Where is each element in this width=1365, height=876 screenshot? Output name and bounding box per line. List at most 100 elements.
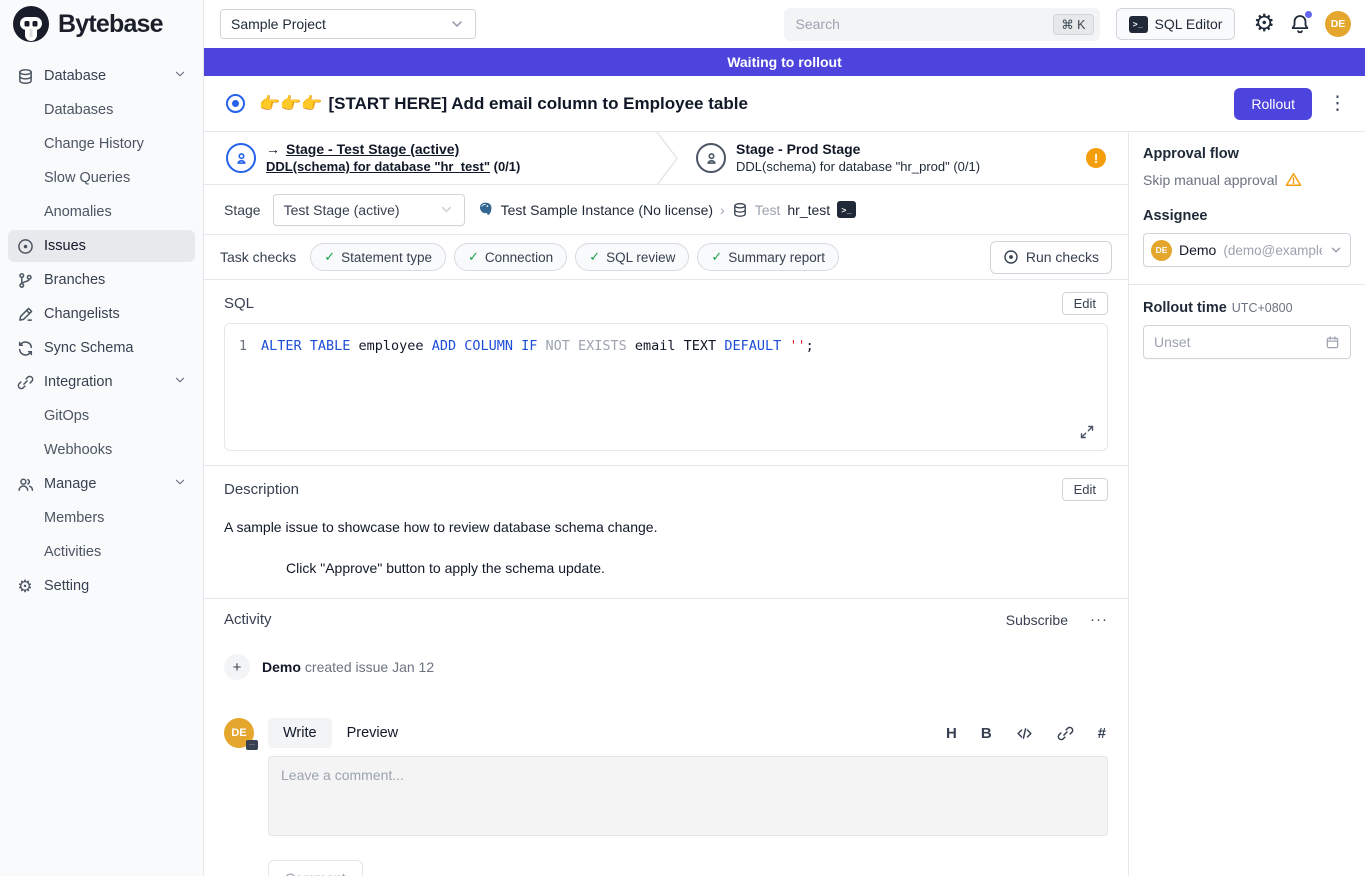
changelist-icon: [16, 305, 34, 323]
open-sql-editor-icon[interactable]: >_: [837, 201, 856, 218]
sidebar-item-changelists[interactable]: Changelists: [8, 298, 195, 330]
sidebar-item-issues[interactable]: Issues: [8, 230, 195, 262]
tab-write[interactable]: Write: [268, 718, 332, 748]
rollout-time-input[interactable]: Unset: [1143, 325, 1351, 359]
event-actor: Demo: [262, 659, 301, 675]
sidebar-item-change-history[interactable]: Change History: [8, 128, 195, 160]
sidebar-item-setting[interactable]: ⚙Setting: [8, 570, 195, 602]
sidebar-item-activities[interactable]: Activities: [8, 536, 195, 568]
brand-logo[interactable]: Bytebase: [0, 0, 203, 48]
sidebar-item-slow-queries[interactable]: Slow Queries: [8, 162, 195, 194]
speech-bubble-icon: ···: [246, 740, 258, 750]
sidebar-item-gitops[interactable]: GitOps: [8, 400, 195, 432]
heading-format-button[interactable]: H: [946, 725, 957, 742]
search-box[interactable]: ⌘ K: [784, 8, 1100, 41]
assignee-select[interactable]: DE Demo (demo@example: [1143, 233, 1351, 267]
stage-label: Stage: [224, 202, 261, 218]
sidebar-item-label: Activities: [44, 544, 187, 560]
sidebar-item-label: Changelists: [44, 306, 187, 322]
prod-stage-title: Stage - Prod Stage: [736, 140, 980, 158]
notifications-bell-icon[interactable]: [1289, 13, 1311, 35]
right-panel: Approval flow Skip manual approval Assig…: [1128, 132, 1365, 876]
description-edit-button[interactable]: Edit: [1062, 478, 1108, 501]
sidebar-item-database[interactable]: Database: [8, 60, 195, 92]
topbar: Sample Project ⌘ K >_ SQL Editor ⚙ DE: [204, 0, 1365, 48]
sql-editor-button[interactable]: >_ SQL Editor: [1116, 8, 1236, 40]
sql-editor-label: SQL Editor: [1155, 16, 1223, 32]
sidebar-item-label: Databases: [44, 102, 187, 118]
database-link[interactable]: hr_test: [787, 202, 830, 218]
approval-flow-label: Approval flow: [1143, 146, 1351, 162]
tab-preview[interactable]: Preview: [332, 718, 414, 748]
warning-triangle-icon: [1285, 171, 1302, 188]
sql-edit-button[interactable]: Edit: [1062, 292, 1108, 315]
bytebase-app: Bytebase Database Databases Change History…: [0, 0, 1365, 876]
hash-format-button[interactable]: #: [1098, 725, 1106, 742]
stage-card-test[interactable]: →Stage - Test Stage (active) DDL(schema)…: [204, 132, 656, 184]
stage-card-prod[interactable]: Stage - Prod Stage DDL(schema) for datab…: [678, 132, 1128, 184]
approver-icon-idle: [696, 143, 726, 173]
project-select[interactable]: Sample Project: [220, 9, 476, 39]
sidebar-item-integration[interactable]: Integration: [8, 366, 195, 398]
sidebar-item-anomalies[interactable]: Anomalies: [8, 196, 195, 228]
check-pill-summary-report[interactable]: ✓Summary report: [697, 243, 839, 271]
check-pill-sql-review[interactable]: ✓SQL review: [575, 243, 689, 271]
issue-title: 👉👉👉[START HERE] Add email column to Empl…: [259, 94, 1234, 114]
sidebar-item-label: Webhooks: [44, 442, 187, 458]
sidebar-item-branches[interactable]: Branches: [8, 264, 195, 296]
description-section: Description Edit A sample issue to showc…: [204, 465, 1128, 588]
task-checks-label: Task checks: [220, 249, 296, 265]
sql-code-box: 1ALTER TABLE employee ADD COLUMN IF NOT …: [224, 323, 1108, 451]
kebab-menu-icon[interactable]: ⋮: [1328, 92, 1347, 115]
sidebar-item-label: Members: [44, 510, 187, 526]
chevron-down-icon: [439, 202, 454, 217]
sql-section: SQL Edit 1ALTER TABLE employee ADD COLUM…: [204, 280, 1128, 451]
chevron-down-icon: [173, 67, 187, 85]
stage-select[interactable]: Test Stage (active): [273, 194, 465, 226]
sidebar-item-label: Sync Schema: [44, 340, 187, 356]
sql-statement: ALTER TABLE employee ADD COLUMN IF NOT E…: [261, 336, 814, 356]
sidebar-item-sync-schema[interactable]: Sync Schema: [8, 332, 195, 364]
notification-dot: [1305, 11, 1312, 18]
stage-select-value: Test Stage (active): [284, 202, 400, 218]
rollout-button[interactable]: Rollout: [1234, 88, 1312, 120]
bold-format-button[interactable]: B: [981, 725, 992, 742]
subscribe-button[interactable]: Subscribe: [1006, 612, 1068, 628]
link-icon: [16, 373, 34, 391]
expand-icon[interactable]: [1079, 424, 1095, 440]
sidebar-item-databases[interactable]: Databases: [8, 94, 195, 126]
chevron-down-icon: [173, 475, 187, 493]
sidebar-item-label: Change History: [44, 136, 187, 152]
assignee-label: Assignee: [1143, 208, 1351, 224]
run-checks-button[interactable]: Run checks: [990, 241, 1112, 274]
user-avatar[interactable]: DE: [1325, 11, 1351, 37]
check-label: Summary report: [728, 250, 825, 265]
sidebar-item-webhooks[interactable]: Webhooks: [8, 434, 195, 466]
sidebar-item-label: Issues: [44, 238, 187, 254]
stage-task-count: (0/1): [494, 159, 521, 174]
sidebar-item-label: Branches: [44, 272, 187, 288]
comment-button[interactable]: Comment: [268, 860, 363, 876]
assignee-name: Demo: [1179, 242, 1216, 258]
sidebar-item-members[interactable]: Members: [8, 502, 195, 534]
check-pill-statement-type[interactable]: ✓Statement type: [310, 243, 446, 271]
prod-stage-task: DDL(schema) for database "hr_prod" (0/1): [736, 158, 980, 176]
check-icon: ✓: [324, 249, 335, 265]
settings-gear-icon[interactable]: ⚙: [1253, 12, 1275, 36]
check-pill-connection[interactable]: ✓Connection: [454, 243, 567, 271]
instance-link[interactable]: Test Sample Instance (No license): [501, 202, 713, 218]
stage-task-link[interactable]: DDL(schema) for database "hr_test": [266, 159, 490, 174]
status-banner: Waiting to rollout: [204, 48, 1365, 76]
link-format-icon[interactable]: [1057, 725, 1074, 742]
code-format-icon[interactable]: [1016, 725, 1033, 742]
issue-icon: [16, 237, 34, 255]
brand-name: Bytebase: [58, 10, 163, 39]
assignee-avatar: DE: [1151, 240, 1172, 261]
comment-input[interactable]: [268, 756, 1108, 836]
stage-title-link[interactable]: Stage - Test Stage (active): [286, 141, 459, 157]
left-sidebar: Bytebase Database Databases Change History…: [0, 0, 204, 876]
more-menu-icon[interactable]: ···: [1090, 611, 1108, 628]
sidebar-item-manage[interactable]: Manage: [8, 468, 195, 500]
search-input[interactable]: [796, 16, 1054, 32]
database-icon: [732, 202, 748, 218]
